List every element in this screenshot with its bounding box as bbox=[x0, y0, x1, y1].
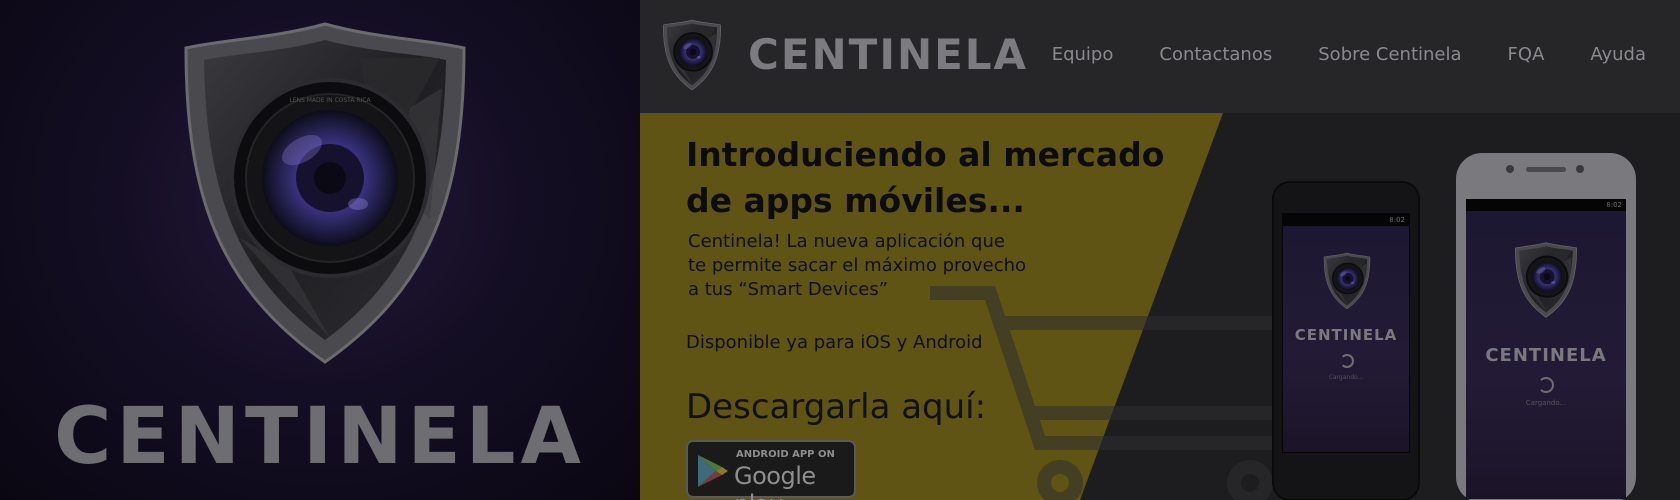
speaker-grille bbox=[1526, 167, 1566, 172]
nav-menu: Equipo Contactanos Sobre Centinela FQA A… bbox=[1052, 44, 1646, 65]
shield-camera-lens-icon: LENS MADE IN COSTA RICA bbox=[180, 18, 470, 368]
navbar: CENTINELA Equipo Contactanos Sobre Centi… bbox=[640, 0, 1680, 113]
phone-mockup-large: 8:02 CENTINELA Cargando... bbox=[1456, 153, 1636, 500]
brand-panel: LENS MADE IN COSTA RICA CENTINELA bbox=[0, 0, 640, 500]
shield-camera-lens-icon[interactable] bbox=[662, 18, 722, 92]
hero-desc-line: Centinela! La nueva aplicación que bbox=[688, 231, 1005, 252]
nav-item-contactanos[interactable]: Contactanos bbox=[1159, 44, 1272, 65]
website-mockup: CENTINELA Equipo Contactanos Sobre Centi… bbox=[640, 0, 1680, 500]
spinner-icon bbox=[1340, 354, 1354, 368]
hero-desc-line: te permite sacar el máximo provecho bbox=[688, 255, 1027, 276]
nav-item-equipo[interactable]: Equipo bbox=[1052, 44, 1114, 65]
shield-camera-lens-icon bbox=[1514, 241, 1578, 319]
loading-text: Cargando... bbox=[1525, 399, 1567, 407]
google-play-small-label: ANDROID APP ON bbox=[736, 449, 835, 460]
brand-wordmark: CENTINELA bbox=[54, 392, 586, 482]
nav-brand[interactable]: CENTINELA bbox=[748, 30, 1028, 79]
shield-camera-lens-icon bbox=[1323, 252, 1371, 310]
hero-desc-line: a tus “Smart Devices” bbox=[688, 279, 889, 300]
download-heading: Descargarla aquí: bbox=[686, 387, 987, 427]
nav-item-ayuda[interactable]: Ayuda bbox=[1590, 44, 1646, 65]
google-play-triangle-icon bbox=[698, 455, 728, 487]
status-bar: 8:02 bbox=[1466, 199, 1626, 211]
app-title: CENTINELA bbox=[1485, 345, 1607, 366]
camera-icon bbox=[1506, 165, 1514, 173]
phone-mockup-small: 8:02 CENTINELA Cargando... bbox=[1272, 181, 1420, 500]
nav-item-fqa[interactable]: FQA bbox=[1508, 44, 1545, 65]
hero-title: Introduciendo al mercado de apps móviles… bbox=[686, 132, 1206, 224]
hero-title-line: Introduciendo al mercado bbox=[686, 135, 1165, 174]
app-title: CENTINELA bbox=[1294, 326, 1398, 344]
hero-section: Introduciendo al mercado de apps móviles… bbox=[640, 113, 1680, 500]
availability-text: Disponible ya para iOS y Android bbox=[686, 332, 983, 353]
sensor-icon bbox=[1576, 165, 1584, 173]
lens-ring-text: LENS MADE IN COSTA RICA bbox=[289, 97, 371, 104]
spinner-icon bbox=[1538, 377, 1554, 393]
hero-description: Centinela! La nueva aplicación que te pe… bbox=[688, 230, 1088, 302]
nav-item-sobre-centinela[interactable]: Sobre Centinela bbox=[1318, 44, 1461, 65]
status-bar: 8:02 bbox=[1283, 214, 1409, 226]
phone-screen: 8:02 CENTINELA Cargando... bbox=[1282, 213, 1410, 453]
google-play-big-label: Google play bbox=[734, 462, 816, 500]
loading-text: Cargando... bbox=[1328, 374, 1364, 381]
hero-title-line: de apps móviles... bbox=[686, 181, 1025, 220]
phone-screen: 8:02 CENTINELA Cargando... bbox=[1466, 199, 1626, 499]
google-play-button[interactable]: ANDROID APP ON Google play bbox=[686, 440, 856, 500]
